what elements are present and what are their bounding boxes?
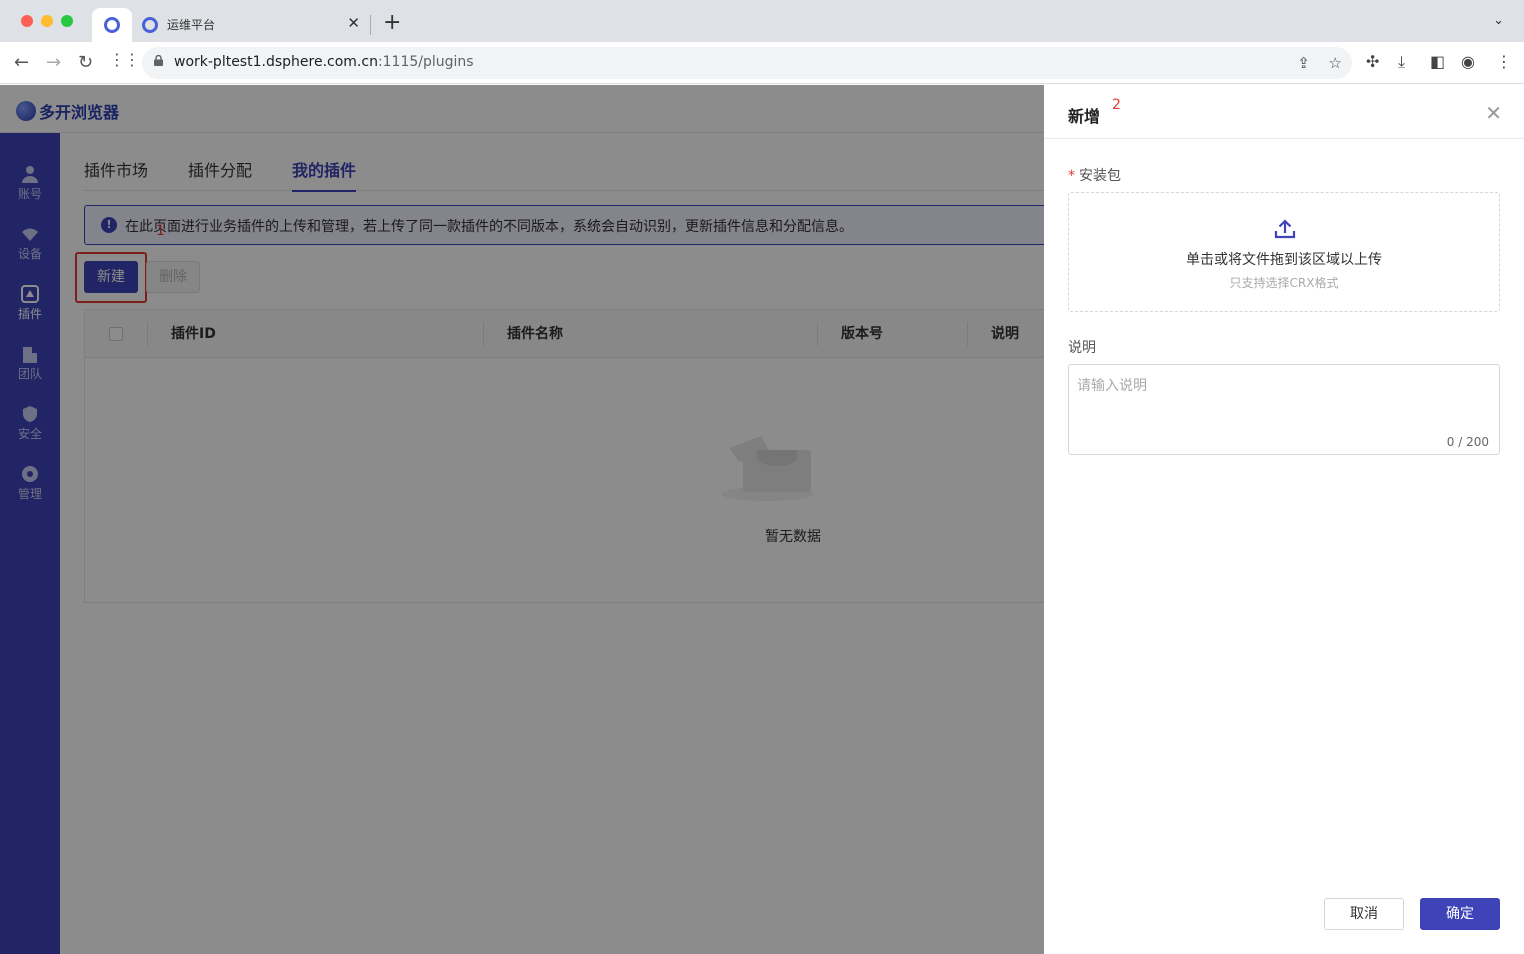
site-favicon-icon: [104, 17, 120, 33]
side-panel-icon[interactable]: ◧: [1430, 52, 1445, 71]
annotation-number-2: 2: [1112, 97, 1121, 113]
tab-separator: [370, 15, 371, 35]
confirm-button[interactable]: 确定: [1420, 898, 1500, 930]
profile-avatar-icon[interactable]: ◉: [1461, 52, 1475, 71]
character-count: 0 / 200: [1446, 435, 1489, 449]
browser-tab-bar: 运维平台 ✕ + ⌄: [0, 0, 1524, 42]
address-bar[interactable]: work-pltest1.dsphere.com.cn:1115/plugins…: [142, 47, 1352, 79]
back-arrow-icon[interactable]: ←: [14, 52, 29, 73]
tab-title: 运维平台: [167, 18, 216, 32]
lock-icon: [154, 55, 163, 66]
package-label-text: 安装包: [1079, 168, 1121, 184]
browser-toolbar: ← → ↻ ⋮⋮⋮ work-pltest1.dsphere.com.cn:11…: [0, 42, 1524, 84]
reload-icon[interactable]: ↻: [78, 52, 93, 73]
browser-menu-icon[interactable]: ⋮: [1496, 52, 1512, 71]
browser-tab-pinned[interactable]: [92, 8, 132, 42]
url-path: :1115/plugins: [377, 54, 474, 70]
close-icon[interactable]: ✕: [1485, 101, 1502, 125]
url-text: work-pltest1.dsphere.com.cn:1115/plugins: [174, 54, 474, 70]
cancel-button[interactable]: 取消: [1324, 898, 1404, 930]
site-favicon-icon: [142, 17, 158, 33]
url-host: work-pltest1.dsphere.com.cn: [174, 54, 378, 70]
download-icon[interactable]: ⤓: [1398, 52, 1405, 72]
upload-hint: 单击或将文件拖到该区域以上传: [1186, 252, 1382, 268]
extensions-puzzle-icon[interactable]: ✣: [1366, 52, 1379, 71]
close-tab-icon[interactable]: ✕: [347, 14, 360, 32]
package-field-label: * 安装包: [1068, 165, 1121, 185]
upload-format-hint: 只支持选择CRX格式: [1229, 276, 1339, 290]
add-plugin-drawer: 新增 2 ✕ * 安装包 单击或将文件拖到该区域以上传 只支持选择CRX格式 说明…: [1044, 85, 1524, 954]
package-upload-dropzone[interactable]: 单击或将文件拖到该区域以上传 只支持选择CRX格式: [1068, 192, 1500, 312]
close-window-button[interactable]: [21, 15, 33, 27]
description-field-label: 说明: [1068, 340, 1096, 356]
new-tab-icon[interactable]: +: [383, 10, 401, 35]
bookmark-star-icon[interactable]: ☆: [1329, 54, 1342, 72]
drawer-mask-overlay[interactable]: [0, 85, 1044, 954]
drawer-header: 新增 2 ✕: [1044, 85, 1524, 139]
description-textarea[interactable]: 请输入说明 0 / 200: [1068, 364, 1500, 455]
description-placeholder: 请输入说明: [1077, 378, 1147, 394]
required-asterisk: *: [1068, 168, 1075, 184]
tab-search-chevron-icon[interactable]: ⌄: [1493, 13, 1504, 28]
browser-tab[interactable]: 运维平台 ✕: [134, 8, 370, 42]
share-icon[interactable]: ⇪: [1297, 54, 1310, 72]
drawer-title: 新增: [1068, 107, 1101, 126]
forward-arrow-icon[interactable]: →: [46, 52, 61, 73]
minimize-window-button[interactable]: [41, 15, 53, 27]
maximize-window-button[interactable]: [61, 15, 73, 27]
upload-icon: [1274, 219, 1296, 239]
